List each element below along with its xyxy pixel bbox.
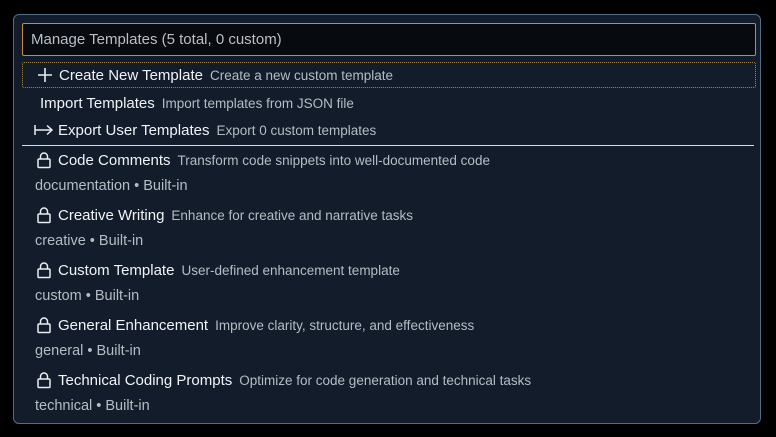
create-new-template-item[interactable]: Create New Template Create a new custom … [22,62,756,88]
arrow-right-bar-icon [34,121,54,139]
item-description: Transform code snippets into well-docume… [177,152,490,168]
template-item-technical-coding-prompts[interactable]: Technical Coding Prompts Optimize for co… [22,367,756,419]
lock-icon [34,151,54,169]
item-detail: general • Built-in [35,343,141,359]
export-user-templates-item[interactable]: Export User Templates Export 0 custom te… [22,117,756,143]
lock-icon [34,371,54,389]
item-detail: creative • Built-in [35,233,144,249]
item-label: General Enhancement [58,316,209,334]
separator [22,145,754,146]
item-label: Creative Writing [58,206,165,224]
item-detail: custom • Built-in [35,288,140,304]
template-item-custom-template[interactable]: Custom Template User-defined enhancement… [22,257,756,309]
item-description: User-defined enhancement template [181,262,400,278]
item-label: Code Comments [58,151,171,169]
item-description: Import templates from JSON file [161,95,354,111]
search-input[interactable]: Manage Templates (5 total, 0 custom) [22,23,756,56]
item-label: Import Templates [40,94,155,112]
item-label: Technical Coding Prompts [58,371,233,389]
item-label: Create New Template [59,66,203,84]
import-templates-item[interactable]: Import Templates Import templates from J… [22,90,756,116]
template-item-code-comments[interactable]: Code Comments Transform code snippets in… [22,147,756,199]
item-detail: documentation • Built-in [35,178,188,194]
plus-icon [35,66,55,84]
item-description: Create a new custom template [209,67,394,83]
lock-icon [34,316,54,334]
item-label: Custom Template [58,261,175,279]
item-description: Improve clarity, structure, and effectiv… [215,317,475,333]
template-item-creative-writing[interactable]: Creative Writing Enhance for creative an… [22,202,756,254]
item-description: Export 0 custom templates [216,122,377,138]
lock-icon [34,261,54,279]
quick-pick-panel: Manage Templates (5 total, 0 custom) Cre… [13,14,761,424]
lock-icon [34,206,54,224]
template-item-general-enhancement[interactable]: General Enhancement Improve clarity, str… [22,312,756,364]
item-label: Export User Templates [58,121,210,139]
item-description: Enhance for creative and narrative tasks [171,207,414,223]
item-detail: technical • Built-in [35,398,150,414]
item-description: Optimize for code generation and technic… [239,372,532,388]
